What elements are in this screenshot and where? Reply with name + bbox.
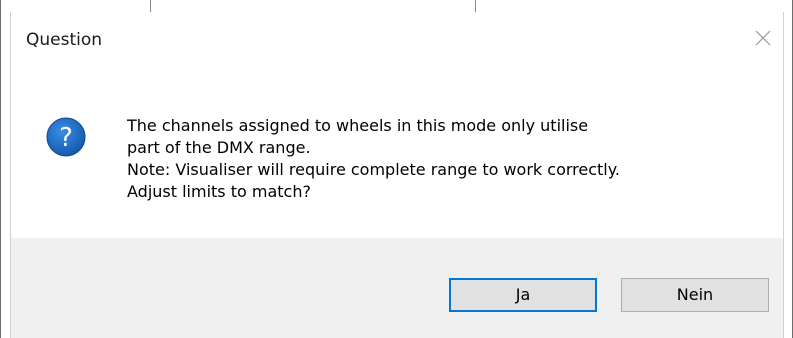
- close-button[interactable]: [743, 18, 783, 58]
- dialog-title: Question: [26, 30, 103, 50]
- no-button[interactable]: Nein: [621, 278, 769, 312]
- dialog-message: The channels assigned to wheels in this …: [127, 115, 767, 203]
- message-line: Note: Visualiser will require complete r…: [127, 160, 621, 179]
- background-window-edge: [0, 0, 793, 12]
- message-line: Adjust limits to match?: [127, 182, 311, 201]
- dialog-titlebar: Question: [11, 12, 783, 68]
- dialog-body: ? The channels assigned to wheels in thi…: [11, 68, 783, 238]
- yes-button[interactable]: Ja: [449, 278, 597, 312]
- question-dialog: Question ? The channels assigned to whee…: [10, 12, 784, 338]
- close-icon: [755, 30, 771, 46]
- message-line: The channels assigned to wheels in this …: [127, 116, 589, 135]
- dialog-footer: Ja Nein: [11, 238, 783, 338]
- svg-text:?: ?: [59, 123, 73, 153]
- message-line: part of the DMX range.: [127, 138, 311, 157]
- question-icon: ?: [46, 117, 86, 157]
